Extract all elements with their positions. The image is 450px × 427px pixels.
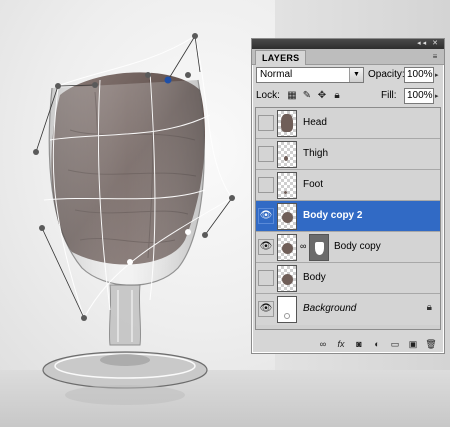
blend-row: Normal ▼ Opacity: 100% ▸ <box>256 67 442 84</box>
fx-icon[interactable]: fx <box>334 337 348 351</box>
layer-name[interactable]: Body <box>303 272 326 283</box>
move-lock-icon[interactable]: ✥ <box>316 90 328 102</box>
lock-row: Lock: ▦ ✎ ✥ 🔒︎ Fill: 100% ▸ <box>256 88 442 105</box>
folder-icon[interactable]: ▭ <box>388 337 402 351</box>
layer-row-body[interactable]: Body <box>256 263 440 294</box>
padlock-icon: 🔒︎ <box>426 302 432 313</box>
panel-titlebar[interactable]: ◂◂ ✕ <box>252 39 444 49</box>
fill-input[interactable]: 100% <box>404 88 434 104</box>
layer-row-background[interactable]: 👁︎ Background 🔒︎ <box>256 294 440 325</box>
new-layer-icon[interactable]: ▣ <box>406 337 420 351</box>
mask-icon[interactable]: ◙ <box>352 337 366 351</box>
layers-panel: ◂◂ ✕ LAYERS ≡ Normal ▼ Opacity: 100% ▸ L… <box>251 38 445 354</box>
visibility-toggle[interactable] <box>258 115 274 131</box>
panel-tab-row: LAYERS ≡ <box>252 49 444 65</box>
layer-thumbnail <box>277 265 297 292</box>
panel-footer: ∞ fx ◙ ◐ ▭ ▣ 🗑︎ <box>252 335 444 353</box>
warp-active-point[interactable] <box>164 76 172 84</box>
visibility-toggle[interactable] <box>258 270 274 286</box>
visibility-toggle[interactable] <box>258 177 274 193</box>
layer-thumbnail <box>277 110 297 137</box>
link-icon[interactable]: ∞ <box>300 241 306 251</box>
layer-name[interactable]: Head <box>303 117 327 128</box>
panel-menu-icon[interactable]: ≡ <box>429 51 441 62</box>
eye-icon[interactable]: 👁︎ <box>258 208 274 224</box>
eye-icon[interactable]: 👁︎ <box>258 239 274 255</box>
layer-name[interactable]: Background <box>303 303 356 314</box>
layer-row-body-copy[interactable]: 👁︎ ∞ Body copy <box>256 232 440 263</box>
adjustment-icon[interactable]: ◐ <box>370 337 384 351</box>
fill-arrow-icon[interactable]: ▸ <box>435 92 439 100</box>
brush-lock-icon[interactable]: ✎ <box>301 90 313 102</box>
blend-mode-value: Normal <box>260 69 293 80</box>
layer-thumbnail <box>277 296 297 323</box>
opacity-arrow-icon[interactable]: ▸ <box>435 71 439 79</box>
layer-mask-thumbnail[interactable] <box>309 234 329 261</box>
layer-name[interactable]: Body copy <box>334 241 381 252</box>
trash-icon[interactable]: 🗑︎ <box>424 337 438 351</box>
layer-row-foot[interactable]: Foot <box>256 170 440 201</box>
layer-name[interactable]: Body copy 2 <box>303 210 362 221</box>
fill-label: Fill: <box>381 90 397 101</box>
layer-row-head[interactable]: Head <box>256 108 440 139</box>
layer-row-body-copy-2[interactable]: 👁︎ Body copy 2 <box>256 201 440 232</box>
eye-icon[interactable]: 👁︎ <box>258 301 274 317</box>
layer-name[interactable]: Foot <box>303 179 323 190</box>
layers-list: Head Thigh Foot 👁︎ Body copy 2 👁︎ ∞ Body… <box>255 107 441 330</box>
layer-thumbnail <box>277 203 297 230</box>
layer-thumbnail <box>277 234 297 261</box>
padlock-icon[interactable]: 🔒︎ <box>331 90 343 102</box>
layer-thumbnail <box>277 141 297 168</box>
tab-layers[interactable]: LAYERS <box>255 50 307 65</box>
layer-thumbnail <box>277 172 297 199</box>
chevron-down-icon[interactable]: ▼ <box>349 68 363 82</box>
link-icon[interactable]: ∞ <box>316 337 330 351</box>
lock-label: Lock: <box>256 90 280 101</box>
collapse-close-icons[interactable]: ◂◂ ✕ <box>417 39 440 49</box>
opacity-input[interactable]: 100% <box>404 67 434 83</box>
glass-bowl <box>48 79 205 286</box>
glass-stem <box>108 284 142 346</box>
visibility-toggle[interactable] <box>258 146 274 162</box>
layer-row-thigh[interactable]: Thigh <box>256 139 440 170</box>
opacity-label: Opacity: <box>368 69 405 80</box>
layer-name[interactable]: Thigh <box>303 148 328 159</box>
checker-lock-icon[interactable]: ▦ <box>286 90 298 102</box>
blend-mode-select[interactable]: Normal ▼ <box>256 67 364 83</box>
